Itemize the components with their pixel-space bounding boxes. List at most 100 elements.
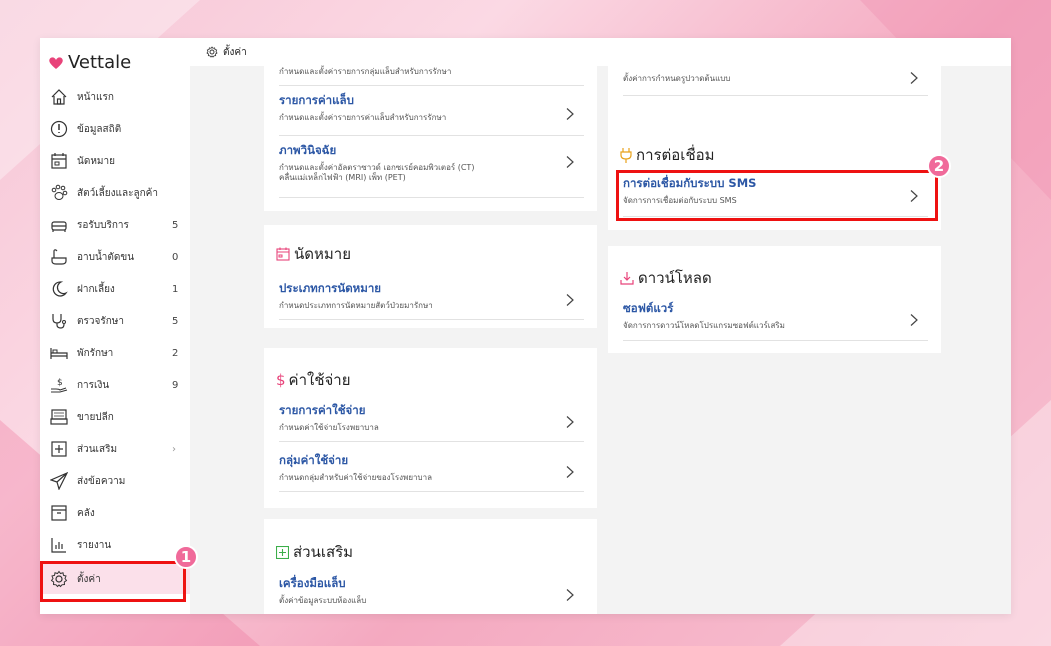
sidebar-item-count: 0 — [172, 251, 179, 263]
row-description-2: คลื่นแม่เหล็กไฟฟ้า (MRI) เพ็ท (PET) — [279, 173, 406, 182]
chevron-right-icon — [910, 314, 918, 326]
sidebar-item-grooming[interactable]: อาบน้ำตัดขน 0 — [40, 242, 190, 272]
top-bar: ตั้งค่า — [190, 38, 1011, 66]
list-item: กำหนดและตั้งค่ารายการกลุ่มแล็บสำหรับการร… — [279, 66, 584, 86]
expense-group-row[interactable]: กลุ่มค่าใช้จ่าย กำหนดกลุ่มสำหรับค่าใช้จ่… — [279, 452, 584, 492]
sidebar-item-label: หน้าแรก — [77, 91, 114, 103]
card-title-text: นัดหมาย — [294, 245, 351, 263]
bathtub-icon — [50, 248, 68, 266]
sidebar-item-messages[interactable]: ส่งข้อความ — [40, 466, 190, 496]
sidebar-item-hospitalization[interactable]: พักรักษา 2 — [40, 338, 190, 368]
plus-box-icon — [276, 545, 289, 559]
gear-icon — [206, 46, 218, 58]
sofa-icon — [50, 216, 68, 234]
stats-icon — [50, 120, 68, 138]
appointment-card: นัดหมาย ประเภทการนัดหมาย กำหนดประเภทการน… — [264, 225, 597, 328]
heart-icon — [49, 56, 63, 69]
bar-chart-icon — [50, 536, 68, 554]
sidebar-item-count: 9 — [172, 379, 179, 391]
calendar-icon — [276, 247, 290, 261]
card-title: ดาวน์โหลด — [620, 266, 712, 290]
highlight-box-sms — [616, 170, 938, 221]
row-title: กลุ่มค่าใช้จ่าย — [279, 453, 349, 467]
row-title: รายการค่าใช้จ่าย — [279, 403, 366, 417]
sidebar-item-addons[interactable]: ส่วนเสริม › — [40, 434, 190, 464]
row-description: กำหนดและตั้งค่ารายการค่าแล็บสำหรับการรัก… — [279, 113, 447, 122]
addon-card: ส่วนเสริม เครื่องมือแล็บ ตั้งค่าข้อมูลระ… — [264, 519, 597, 614]
sidebar-item-appointments[interactable]: นัดหมาย — [40, 146, 190, 176]
sidebar-item-label: ตรวจรักษา — [77, 315, 124, 327]
row-description: กำหนดกลุ่มสำหรับค่าใช้จ่ายของโรงพยาบาล — [279, 473, 432, 482]
sidebar-item-label: ขายปลีก — [77, 411, 114, 423]
sidebar-item-stats[interactable]: ข้อมูลสถิติ — [40, 114, 190, 144]
box-icon — [50, 504, 68, 522]
row-title: ภาพวินิจฉัย — [279, 143, 337, 157]
sidebar-item-label: ส่งข้อความ — [77, 475, 126, 487]
expense-items-row[interactable]: รายการค่าใช้จ่าย กำหนดค่าใช้จ่ายโรงพยาบา… — [279, 402, 584, 442]
lab-settings-card: กำหนดและตั้งค่ารายการกลุ่มแล็บสำหรับการร… — [264, 66, 597, 211]
sidebar-item-inventory[interactable]: คลัง — [40, 498, 190, 528]
card-title: การต่อเชื่อม — [620, 143, 715, 167]
chevron-right-icon: › — [172, 443, 176, 455]
brand-logo[interactable]: Vettale — [48, 52, 131, 73]
highlight-box-settings — [40, 561, 186, 602]
software-download-row[interactable]: ซอฟต์แวร์ จัดการการดาวน์โหลดโปรแกรมซอฟต์… — [623, 300, 928, 341]
appointment-type-row[interactable]: ประเภทการนัดหมาย กำหนดประเภทการนัดหมายสั… — [279, 280, 584, 320]
brand-name: Vettale — [68, 52, 132, 73]
sidebar-item-boarding[interactable]: ฝากเลี้ยง 1 — [40, 274, 190, 304]
dollar-icon: $ — [276, 371, 286, 389]
sidebar-item-retail[interactable]: ขายปลีก — [40, 402, 190, 432]
step-badge: 1 — [174, 545, 198, 569]
download-icon — [620, 272, 634, 285]
card-title-text: การต่อเชื่อม — [636, 146, 715, 164]
drawing-template-row[interactable]: ตั้งค่าการกำหนดรูปวาดต้นแบบ — [623, 66, 928, 96]
expense-card: $ ค่าใช้จ่าย รายการค่าใช้จ่าย กำหนดค่าใช… — [264, 348, 597, 508]
chevron-right-icon — [910, 72, 918, 84]
sidebar-item-home[interactable]: หน้าแรก — [40, 82, 190, 112]
send-icon — [50, 472, 68, 490]
chevron-right-icon — [566, 156, 574, 168]
sidebar-item-label: รอรับบริการ — [77, 219, 129, 231]
sidebar-item-pets[interactable]: สัตว์เลี้ยงและลูกค้า — [40, 178, 190, 208]
row-title: เครื่องมือแล็บ — [279, 576, 346, 590]
stethoscope-icon — [50, 312, 68, 330]
chevron-right-icon — [566, 293, 574, 306]
sidebar-item-label: รายงาน — [77, 539, 112, 551]
row-description: กำหนดและตั้งค่ารายการกลุ่มแล็บสำหรับการร… — [279, 67, 452, 76]
sidebar-item-label: นัดหมาย — [77, 155, 115, 167]
sidebar-item-waiting[interactable]: รอรับบริการ 5 — [40, 210, 190, 240]
sidebar-item-label: คลัง — [77, 507, 95, 519]
calendar-icon — [50, 152, 68, 170]
sidebar-item-count: 5 — [172, 315, 179, 327]
row-description: กำหนดประเภทการนัดหมายสัตว์ป่วยมารักษา — [279, 301, 433, 310]
plus-box-icon — [50, 440, 68, 458]
row-title: ซอฟต์แวร์ — [623, 301, 674, 315]
sidebar-item-count: 1 — [172, 283, 179, 295]
lab-tools-row[interactable]: เครื่องมือแล็บ ตั้งค่าข้อมูลระบบห้องแล็บ — [279, 575, 584, 614]
row-description: กำหนดค่าใช้จ่ายโรงพยาบาล — [279, 423, 379, 432]
moon-icon — [50, 280, 68, 298]
sidebar-item-reports[interactable]: รายงาน — [40, 530, 190, 560]
bed-icon — [50, 344, 68, 362]
chevron-right-icon — [566, 465, 574, 478]
sidebar-item-label: ส่วนเสริม — [77, 443, 118, 455]
paw-icon — [50, 184, 68, 202]
sidebar-item-label: ข้อมูลสถิติ — [77, 123, 122, 135]
sidebar-item-label: สัตว์เลี้ยงและลูกค้า — [77, 187, 158, 199]
sidebar-item-label: ฝากเลี้ยง — [77, 283, 115, 295]
diagnostic-imaging-row[interactable]: ภาพวินิจฉัย กำหนดและตั้งค่าอัลตราซาวด์ เ… — [279, 142, 584, 198]
sidebar-item-finance[interactable]: $ การเงิน 9 — [40, 370, 190, 400]
money-hand-icon: $ — [50, 376, 68, 394]
cash-register-icon — [50, 408, 68, 426]
card-title-text: ค่าใช้จ่าย — [288, 371, 351, 389]
row-description: ตั้งค่าการกำหนดรูปวาดต้นแบบ — [623, 74, 731, 83]
plug-icon — [620, 147, 632, 163]
app-window: Vettale หน้าแรก ข้อมูลสถิติ นัดหมาย สัตว… — [40, 38, 1011, 614]
sidebar-item-label: การเงิน — [77, 379, 110, 391]
row-title: รายการค่าแล็บ — [279, 93, 354, 107]
sidebar: Vettale หน้าแรก ข้อมูลสถิติ นัดหมาย สัตว… — [40, 38, 190, 614]
svg-text:$: $ — [57, 378, 63, 388]
sidebar-item-treatment[interactable]: ตรวจรักษา 5 — [40, 306, 190, 336]
lab-items-row[interactable]: รายการค่าแล็บ กำหนดและตั้งค่ารายการค่าแล… — [279, 92, 584, 136]
card-title: นัดหมาย — [276, 242, 351, 266]
